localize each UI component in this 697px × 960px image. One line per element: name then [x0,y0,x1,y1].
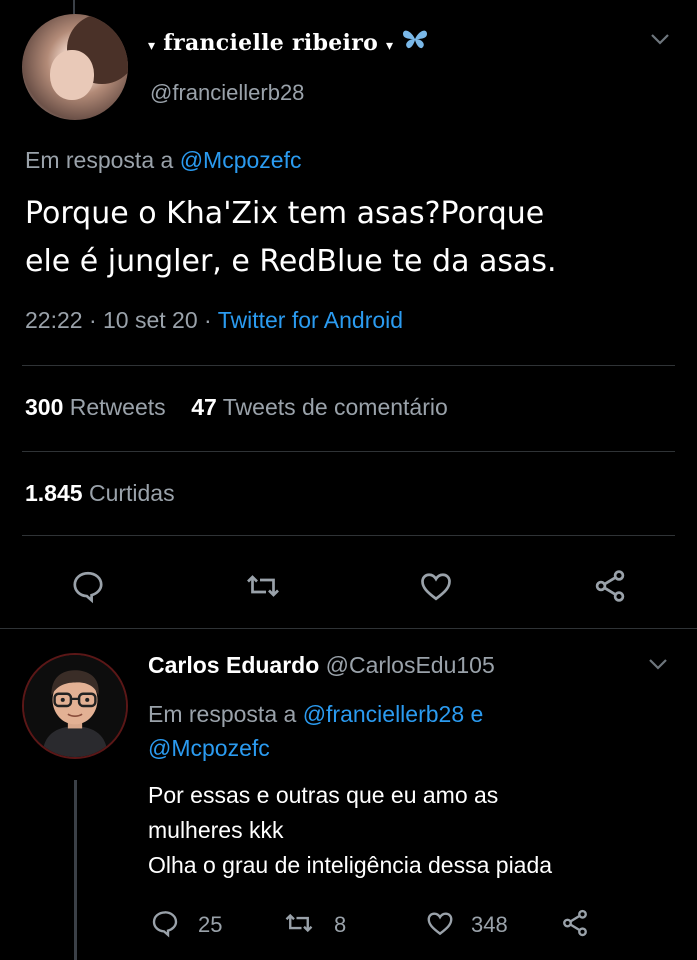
tweet-text-line: Porque o Kha'Zix tem asas?Porque [25,196,545,231]
reply-prefix: Em resposta a [148,701,297,727]
likes-label: Curtidas [88,480,175,506]
like-count: 348 [471,912,508,937]
chevron-down-icon[interactable] [650,32,670,51]
comments-stat[interactable]: 47 Tweets de comentário [191,394,448,420]
reply-text-line: mulheres kkk [148,817,284,843]
reply-count: 25 [198,912,223,937]
meta-separator: · [88,307,97,333]
avatar[interactable] [22,653,128,759]
meta-separator: · [204,307,212,333]
tweet-separator [0,628,697,629]
reply-text-line: Olha o grau de inteligência dessa piada [148,852,553,878]
thread-connector-top [73,0,75,14]
retweet-count: 8 [334,912,347,937]
avatar-face [50,50,94,100]
reply-text-line: Por essas e outras que eu amo as [148,782,499,808]
divider [22,365,675,366]
engagement-stats: 300 Retweets 47 Tweets de comentário [25,394,448,421]
tweet-text-line: ele é jungler, e RedBlue te da asas. [25,244,557,279]
retweets-stat[interactable]: 300 Retweets [25,394,166,420]
display-name: francielle ribeiro [163,30,379,56]
tweet-source-link[interactable]: Twitter for Android [218,307,403,333]
retweet-icon[interactable] [245,568,281,604]
tweet-text: Porque o Kha'Zix tem asas?Porque ele é j… [25,190,685,286]
butterfly-icon [401,30,429,56]
likes-count: 1.845 [25,480,83,506]
reply-actions: 25 8 348 [0,900,697,950]
comments-label: Tweets de comentário [222,394,448,420]
reply-mention-link[interactable]: @Mcpozefc [148,735,270,761]
like-icon[interactable] [425,908,455,938]
reply-context: Em resposta a @franciellerb28 e @Mcpozef… [148,697,668,765]
divider [22,535,675,536]
chevron-down-icon[interactable] [648,657,668,676]
reply-author[interactable]: Carlos Eduardo @CarlosEdu105 [148,652,495,679]
comments-count: 47 [191,394,217,420]
retweet-icon[interactable] [284,908,314,938]
reply-mention-link[interactable]: @Mcpozefc [180,147,302,173]
reply-conjunction: e [470,701,484,727]
share-icon[interactable] [592,568,628,604]
reply-mention-link[interactable]: @franciellerb28 [303,701,464,727]
divider [22,451,675,452]
share-icon[interactable] [560,908,590,938]
avatar[interactable] [22,14,128,120]
tweet-date: 10 set 20 [103,307,198,333]
retweets-count: 300 [25,394,64,420]
reply-handle: @CarlosEdu105 [325,652,495,678]
likes-stat[interactable]: 1.845 Curtidas [25,480,175,507]
like-icon[interactable] [418,568,454,604]
reply-text: Por essas e outras que eu amo as mulhere… [148,778,678,883]
reply-prefix: Em resposta a [25,147,174,173]
reply-context: Em resposta a @Mcpozefc [25,147,301,174]
reply-display-name: Carlos Eduardo [148,652,320,678]
tweet-actions [0,560,697,610]
reply-icon[interactable] [150,908,180,938]
retweets-label: Retweets [69,394,166,420]
name-decor-left: ▾ [148,38,156,54]
name-decor-right: ▾ [386,38,394,54]
tweet-meta: 22:22 · 10 set 20 · Twitter for Android [25,307,403,334]
reply-icon[interactable] [70,568,106,604]
author-name[interactable]: ▾ francielle ribeiro ▾ [148,28,429,56]
tweet-time: 22:22 [25,307,83,333]
author-handle[interactable]: @franciellerb28 [150,80,304,106]
